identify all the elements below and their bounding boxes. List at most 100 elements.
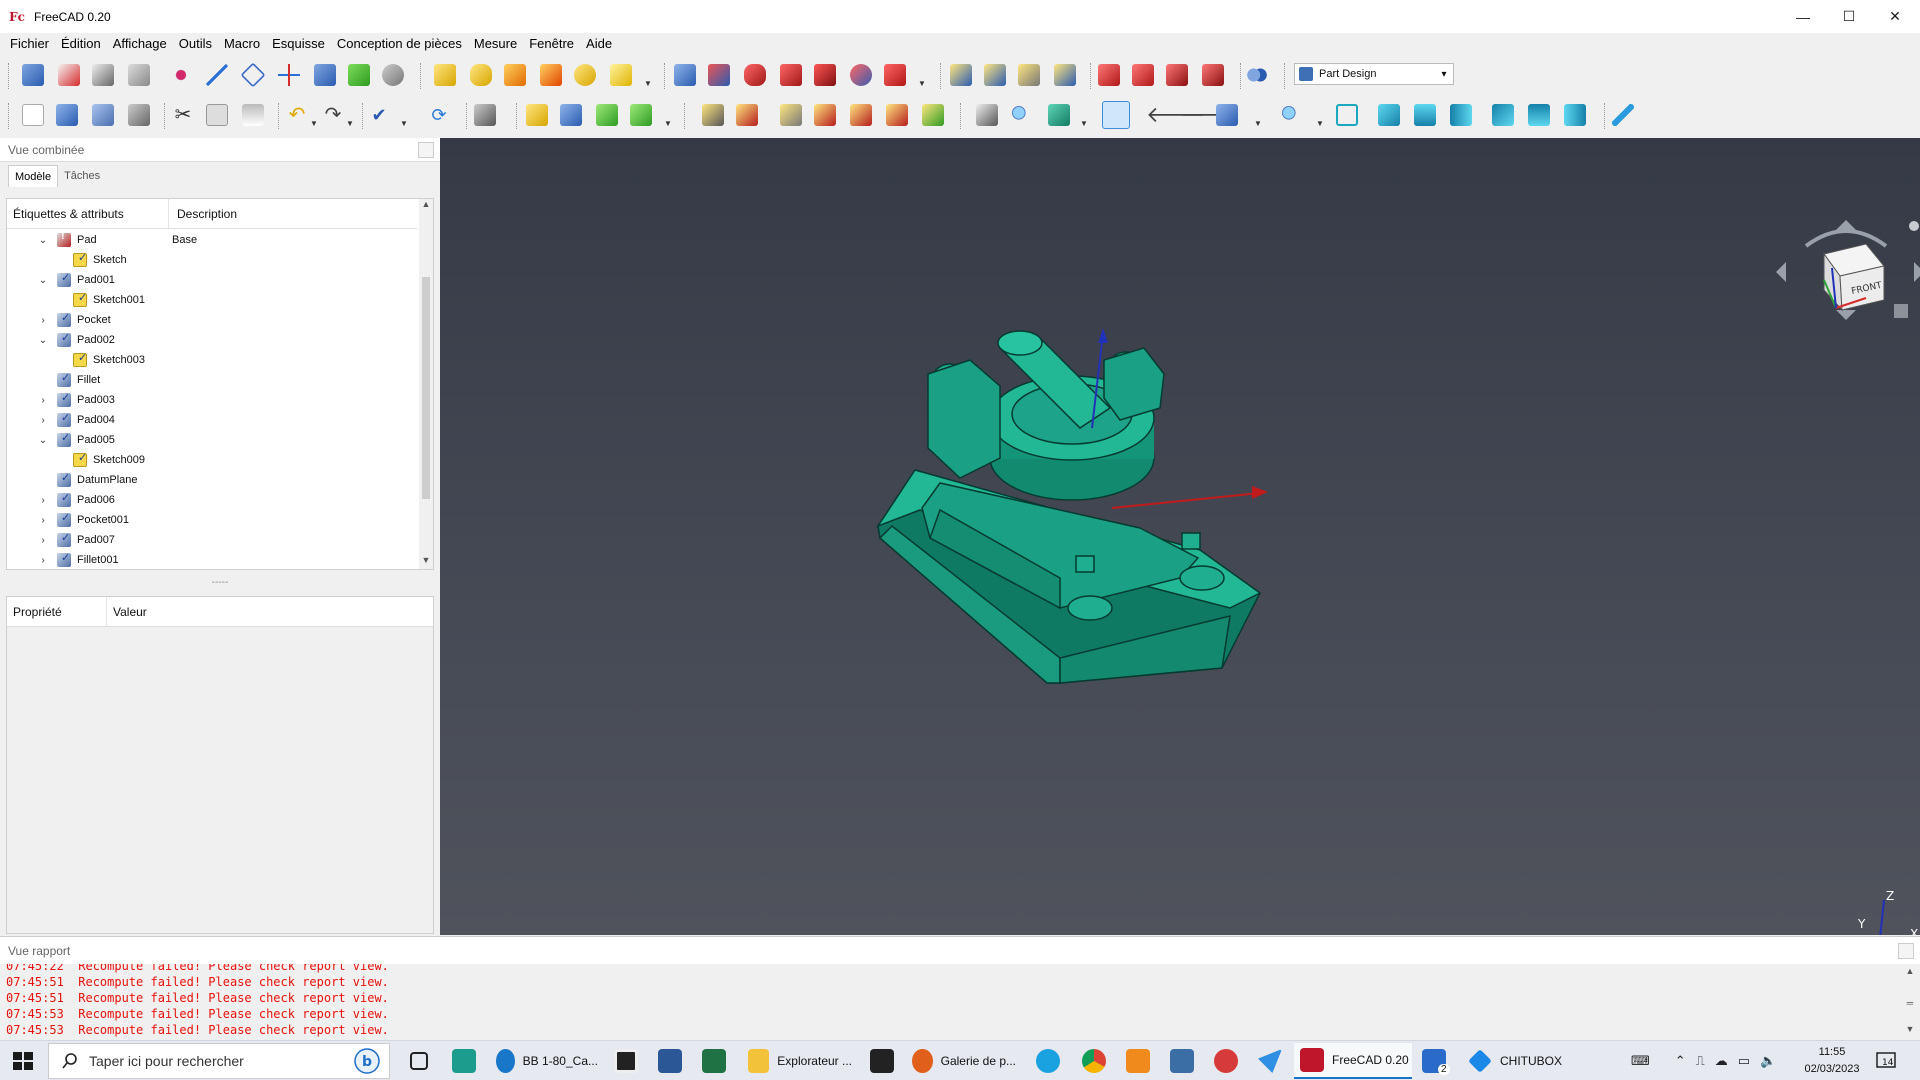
subtractive-helix-icon[interactable]	[850, 64, 872, 86]
chevron-down-icon[interactable]: ▼	[644, 79, 652, 88]
tree-scrollbar[interactable]: ▲ ▼	[419, 199, 433, 569]
close-icon[interactable]	[418, 142, 434, 158]
scroll-up-icon[interactable]: ▲	[420, 199, 432, 209]
tree-item[interactable]: ⌄ Pad001	[7, 270, 417, 290]
scroll-thumb[interactable]	[422, 277, 430, 499]
redo-icon[interactable]: ↷	[322, 104, 344, 126]
measure-icon[interactable]	[922, 104, 944, 126]
taskbar-app-explorer[interactable]: Explorateur ...	[742, 1043, 852, 1079]
undo-icon[interactable]: ↶	[286, 104, 308, 126]
create-group-icon[interactable]	[560, 104, 582, 126]
thickness-icon[interactable]	[1202, 64, 1224, 86]
menu-affichage[interactable]: Affichage	[107, 33, 173, 55]
tree-item[interactable]: › Pad006	[7, 490, 417, 510]
fit-selection-icon[interactable]	[736, 104, 758, 126]
shape-binder-link-icon[interactable]	[314, 64, 336, 86]
scroll-thumb[interactable]: ═	[1904, 998, 1916, 1008]
view-axonometric-icon[interactable]	[1336, 104, 1358, 126]
tree-item[interactable]: ⌄ Pad005	[7, 430, 417, 450]
hole-icon[interactable]	[708, 64, 730, 86]
taskbar-app-red[interactable]	[1208, 1043, 1238, 1079]
volume-icon[interactable]: 🔈	[1760, 1053, 1776, 1069]
subtractive-loft-icon[interactable]	[780, 64, 802, 86]
view-bottom-icon[interactable]	[1528, 104, 1550, 126]
tree-column-labels[interactable]: Étiquettes & attributs	[7, 199, 169, 228]
report-scrollbar[interactable]: ▲ ═ ▼	[1902, 964, 1918, 1040]
scroll-up-icon[interactable]: ▲	[1904, 966, 1916, 976]
tree-item[interactable]: Sketch009	[7, 450, 417, 470]
scroll-down-icon[interactable]: ▼	[1904, 1024, 1916, 1034]
menu-fenetre[interactable]: Fenêtre	[523, 33, 580, 55]
tree-item[interactable]: ⌄ Pad002	[7, 330, 417, 350]
chevron-down-icon[interactable]: ▼	[1254, 119, 1262, 128]
network-icon[interactable]: ▭	[1738, 1053, 1750, 1069]
view-rear-icon[interactable]	[1492, 104, 1514, 126]
boolean-operation-icon[interactable]	[1246, 64, 1268, 86]
cut-icon[interactable]: ✂	[172, 104, 194, 126]
additive-primitive-icon[interactable]	[610, 64, 632, 86]
measure-distance-icon[interactable]	[1612, 104, 1634, 126]
nav-arrow-left-icon[interactable]	[1776, 262, 1786, 282]
revolution-icon[interactable]	[470, 64, 492, 86]
linear-pattern-icon[interactable]	[984, 64, 1006, 86]
fit-all-icon[interactable]	[702, 104, 724, 126]
usb-icon[interactable]: ⎍	[1696, 1053, 1705, 1069]
clock[interactable]: 11:55 02/03/2023	[1804, 1044, 1860, 1078]
pocket-icon[interactable]	[674, 64, 696, 86]
open-file-icon[interactable]	[56, 104, 78, 126]
additive-helix-icon[interactable]	[574, 64, 596, 86]
new-file-icon[interactable]	[22, 104, 44, 126]
view-front-icon[interactable]	[1378, 104, 1400, 126]
close-button[interactable]: ✕	[1872, 0, 1918, 33]
clone-icon[interactable]	[382, 64, 404, 86]
chevron-down-icon[interactable]: ▼	[1080, 119, 1088, 128]
model-part[interactable]	[876, 330, 1262, 684]
nav-arrow-up-icon[interactable]	[1836, 220, 1856, 230]
make-link-icon[interactable]	[596, 104, 618, 126]
selection-mode-icon[interactable]	[1102, 101, 1130, 129]
copy-icon[interactable]	[206, 104, 228, 126]
taskbar-app-word[interactable]	[652, 1043, 682, 1079]
taskbar-app-send[interactable]	[1252, 1043, 1282, 1079]
chevron-down-icon[interactable]: ▼	[310, 119, 318, 128]
3d-viewport[interactable]: FRONT Z Y X	[440, 138, 1920, 935]
taskbar-app-edge[interactable]: BB 1-80_Ca...	[490, 1043, 598, 1079]
nav-menu-icon[interactable]	[1909, 221, 1919, 231]
clipping-plane-icon[interactable]	[886, 104, 908, 126]
shape-binder-icon[interactable]	[128, 64, 150, 86]
link-actions-icon[interactable]	[630, 104, 652, 126]
subtractive-pipe-icon[interactable]	[814, 64, 836, 86]
tree-item[interactable]: › Pocket001	[7, 510, 417, 530]
menu-aide[interactable]: Aide	[580, 33, 618, 55]
chevron-down-icon[interactable]: ⌄	[37, 234, 49, 246]
draw-style-icon[interactable]	[780, 104, 802, 126]
tree-item[interactable]: Sketch001	[7, 290, 417, 310]
chamfer-icon[interactable]	[1132, 64, 1154, 86]
property-column-name[interactable]: Propriété	[7, 597, 107, 626]
taskbar-app-inkscape[interactable]	[864, 1043, 894, 1079]
menu-fichier[interactable]: Fichier	[4, 33, 55, 55]
create-sketch-icon[interactable]	[58, 64, 80, 86]
notification-center-icon[interactable]: 14	[1874, 1049, 1898, 1073]
tab-modele[interactable]: Modèle	[8, 165, 59, 187]
datum-point-icon[interactable]	[170, 64, 192, 86]
panel-splitter[interactable]: -----	[200, 578, 240, 588]
chevron-right-icon[interactable]: ›	[37, 494, 49, 506]
tree-item[interactable]: › Pad007	[7, 530, 417, 550]
windows-start-icon[interactable]	[10, 1049, 36, 1073]
create-body-icon[interactable]	[22, 64, 44, 86]
taskbar-app-asterisk[interactable]	[446, 1043, 476, 1079]
pad-icon[interactable]	[434, 64, 456, 86]
view-top-icon[interactable]	[1414, 104, 1436, 126]
chevron-down-icon[interactable]: ▼	[918, 79, 926, 88]
tree-item[interactable]: › Fillet001	[7, 550, 417, 569]
menu-edition[interactable]: Édition	[55, 33, 107, 55]
draft-icon[interactable]	[1166, 64, 1188, 86]
cloud-icon[interactable]: ☁	[1715, 1053, 1728, 1069]
multi-transform-icon[interactable]	[1054, 64, 1076, 86]
chevron-right-icon[interactable]: ›	[37, 414, 49, 426]
whats-this-icon[interactable]	[474, 104, 496, 126]
tree-item[interactable]: Sketch	[7, 250, 417, 270]
chevron-down-icon[interactable]: ▼	[346, 119, 354, 128]
nav-rotate-icon[interactable]	[1804, 229, 1888, 248]
